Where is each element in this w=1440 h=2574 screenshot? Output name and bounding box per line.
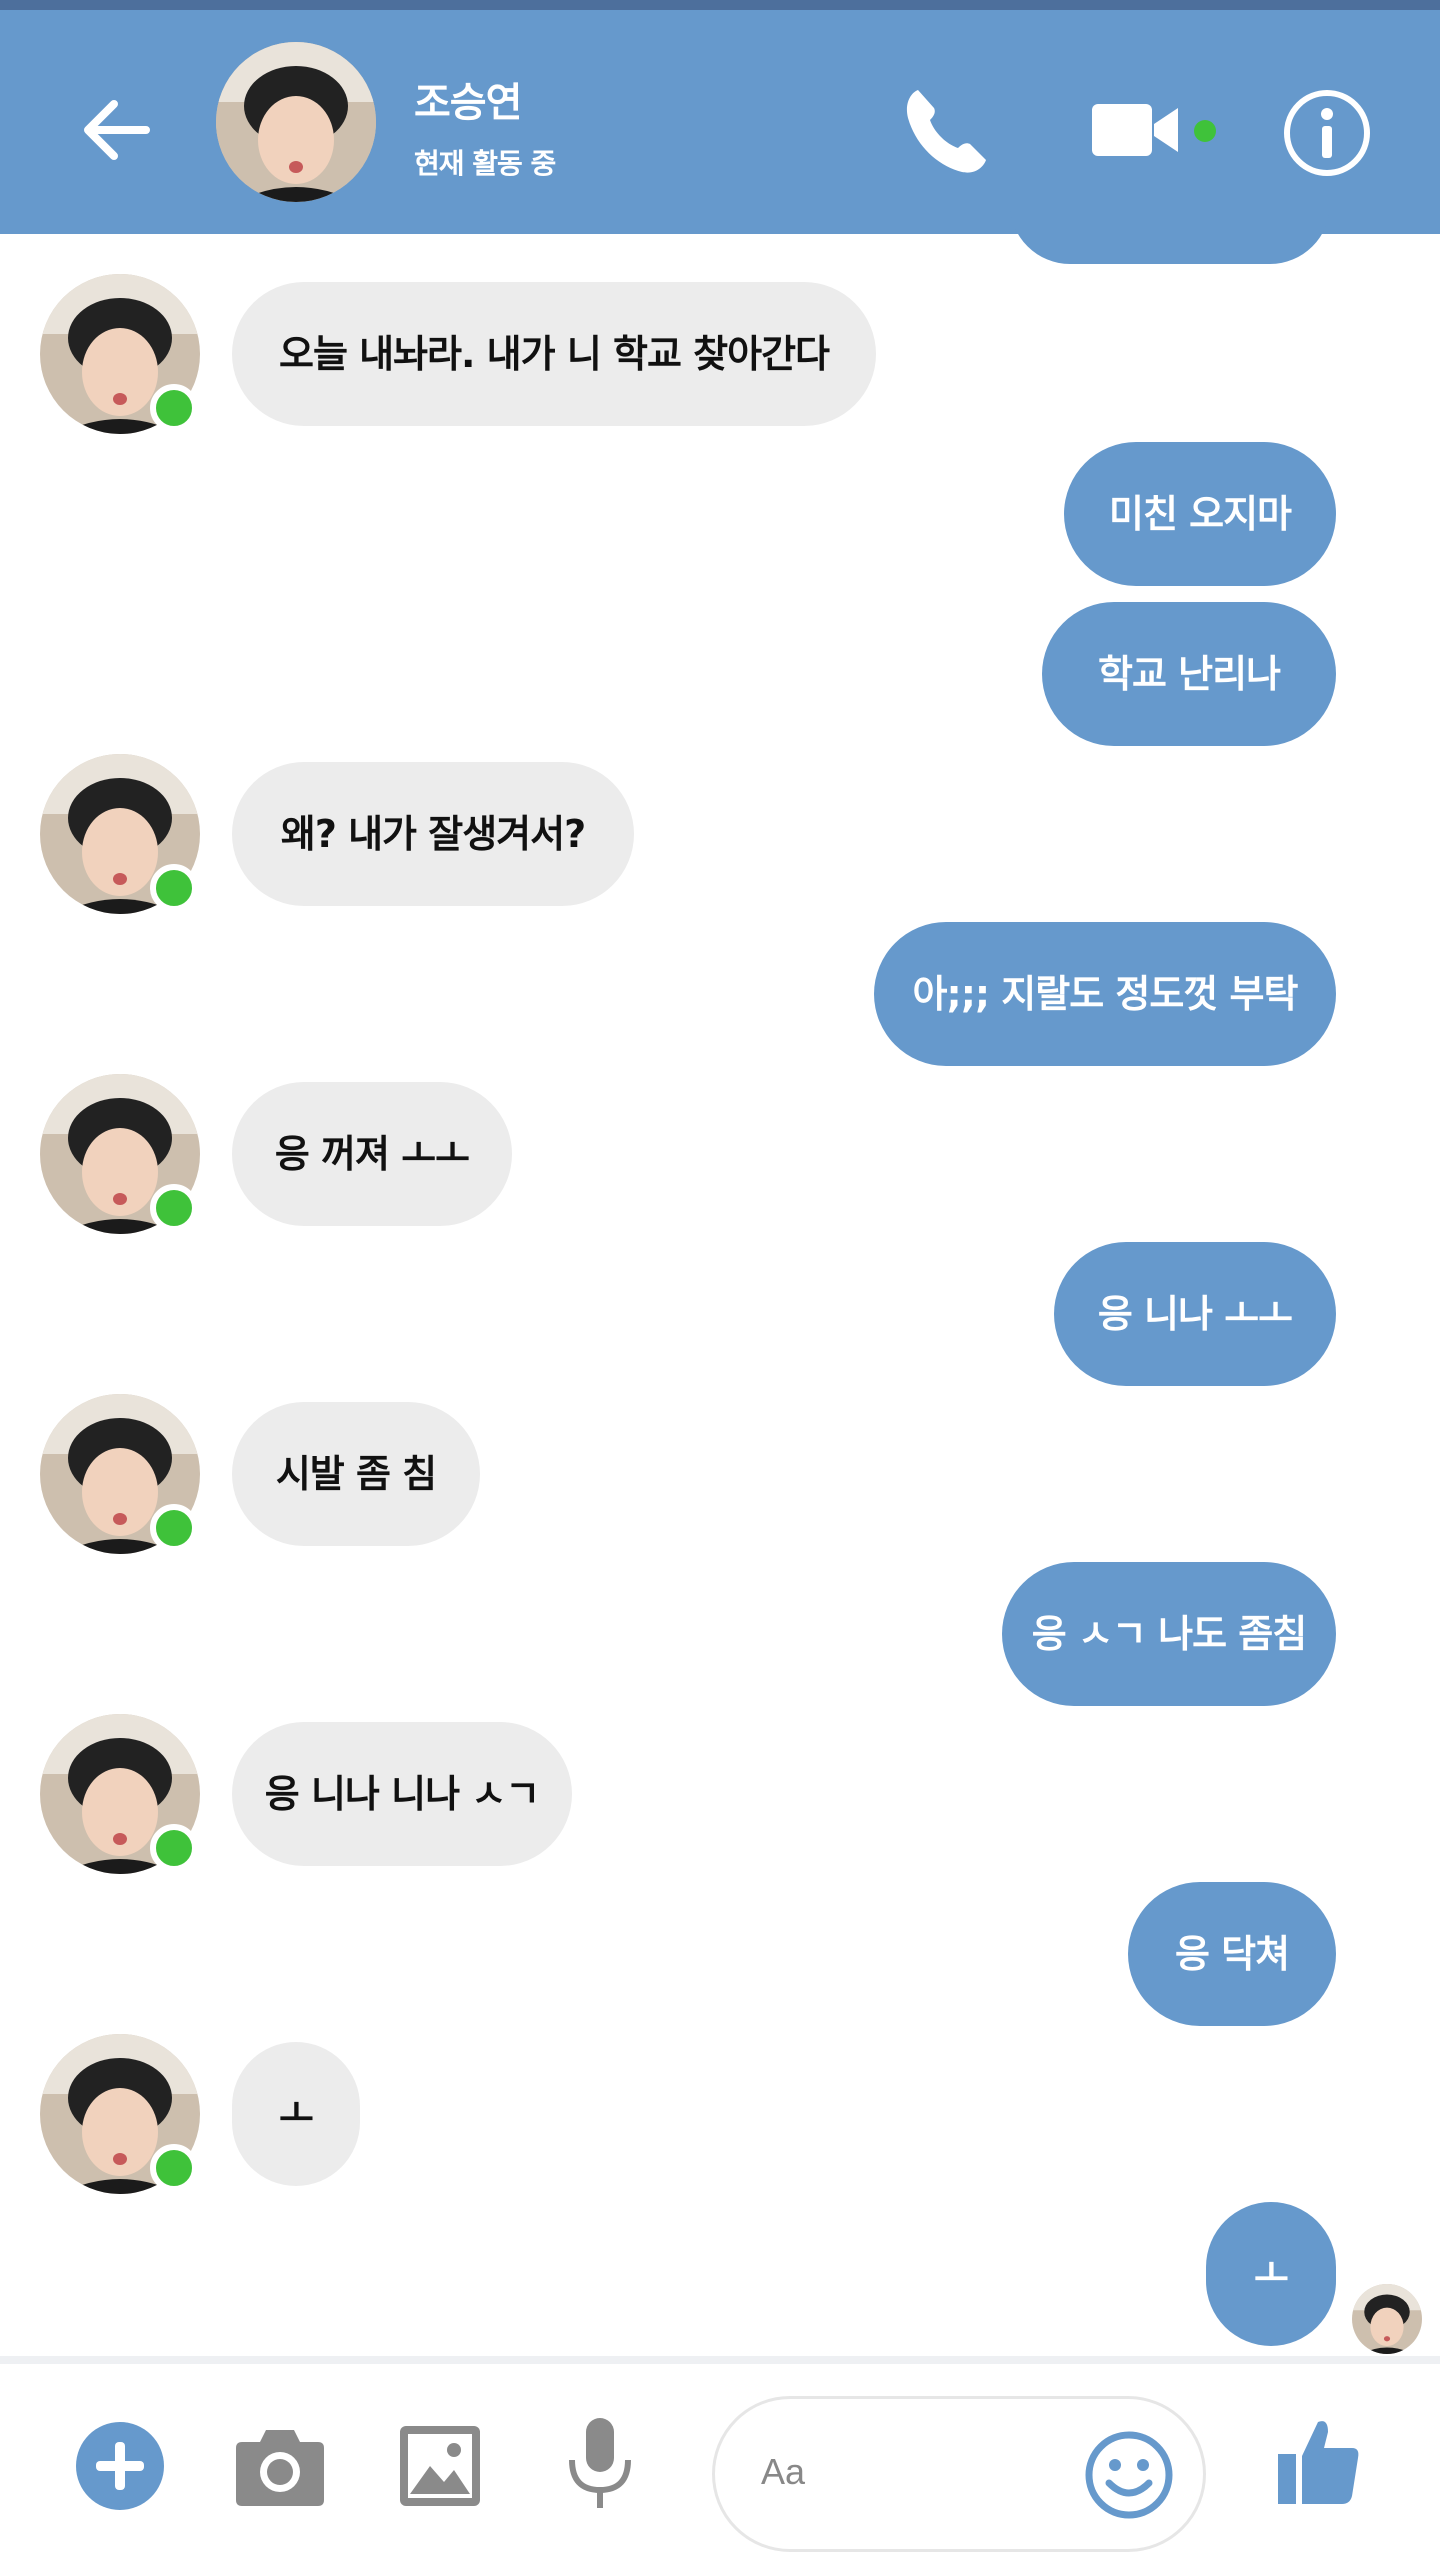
online-indicator [150, 384, 198, 432]
incoming-message: 응 꺼져 ㅗㅗ [232, 1082, 512, 1226]
voice-button[interactable] [566, 2416, 634, 2516]
video-camera-icon [1092, 104, 1178, 156]
sender-avatar[interactable] [40, 1714, 200, 1874]
add-button[interactable] [74, 2420, 166, 2516]
sender-avatar[interactable] [40, 274, 200, 434]
online-indicator [150, 1824, 198, 1872]
sender-avatar[interactable] [40, 754, 200, 914]
contact-name: 조승연 [414, 80, 522, 126]
info-button[interactable] [1282, 88, 1372, 178]
arrow-left-icon [84, 100, 150, 160]
composer-divider [0, 2356, 1440, 2364]
thumbs-up-icon [1278, 2421, 1359, 2504]
like-button[interactable] [1276, 2414, 1362, 2510]
outgoing-message: ㅗ [1206, 2202, 1336, 2346]
message-input[interactable]: Aa [712, 2396, 1206, 2552]
message-composer: Aa [0, 2364, 1440, 2574]
outgoing-message: 학교 난리나 [1042, 602, 1336, 746]
video-call-button[interactable] [1090, 90, 1210, 170]
active-status: 현재 활동 중 [414, 147, 556, 180]
online-indicator [150, 1504, 198, 1552]
sender-avatar[interactable] [40, 2034, 200, 2194]
plus-circle-icon [76, 2422, 164, 2510]
online-indicator [150, 864, 198, 912]
gallery-button[interactable] [398, 2424, 482, 2512]
online-indicator [1194, 120, 1216, 142]
image-icon [400, 2426, 480, 2506]
incoming-message: 시발 좀 침 [232, 1402, 480, 1546]
message-input-placeholder: Aa [761, 2451, 806, 2492]
smiley-icon [1085, 2431, 1173, 2519]
microphone-icon [569, 2418, 631, 2508]
outgoing-message: 아;;; 지랄도 정도껏 부탁 [874, 922, 1336, 1066]
previous-message-bubble [1010, 200, 1330, 264]
incoming-message: ㅗ [232, 2042, 360, 2186]
online-indicator [150, 2144, 198, 2192]
outgoing-message: 미친 오지마 [1064, 442, 1336, 586]
outgoing-message: 응 닥쳐 [1128, 1882, 1336, 2026]
emoji-button[interactable] [1083, 2429, 1175, 2521]
seen-receipt-avatar [1352, 2284, 1422, 2354]
camera-button[interactable] [234, 2424, 326, 2512]
info-icon [1284, 90, 1370, 176]
call-button[interactable] [896, 80, 996, 180]
outgoing-message: 응 니나 ㅗㅗ [1054, 1242, 1336, 1386]
sender-avatar[interactable] [40, 1074, 200, 1234]
incoming-message: 왜? 내가 잘생겨서? [232, 762, 634, 906]
status-strip [0, 0, 1440, 10]
camera-icon [236, 2430, 324, 2506]
incoming-message: 응 니나 니나 ㅅㄱ [232, 1722, 572, 1866]
incoming-message: 오늘 내놔라. 내가 니 학교 찾아간다 [232, 282, 876, 426]
sender-avatar[interactable] [40, 1394, 200, 1554]
back-button[interactable] [76, 90, 166, 170]
online-indicator [150, 1184, 198, 1232]
contact-avatar[interactable] [216, 42, 376, 202]
outgoing-message: 응 ㅅㄱ 나도 좀침 [1002, 1562, 1336, 1706]
phone-icon [906, 90, 986, 173]
